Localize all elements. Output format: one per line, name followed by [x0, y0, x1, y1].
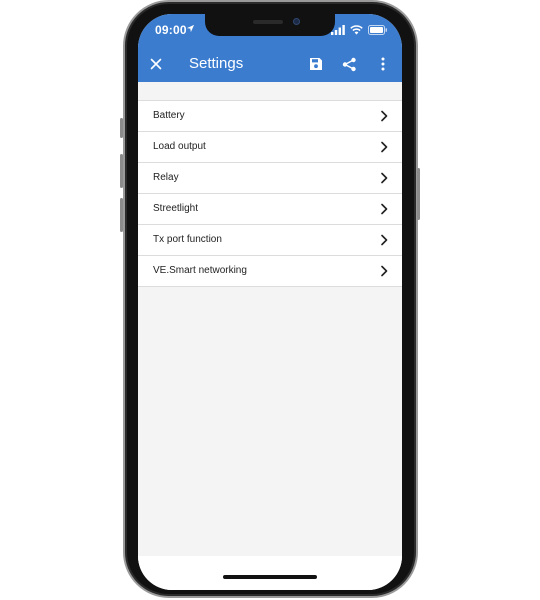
- battery-icon: [368, 25, 387, 35]
- stage: 09:00 Settings Battery Load output Relay…: [0, 0, 540, 600]
- settings-item-streetlight[interactable]: Streetlight: [138, 194, 402, 225]
- share-icon: [342, 57, 356, 71]
- front-camera: [293, 18, 300, 25]
- settings-item-label: Streetlight: [153, 203, 199, 214]
- settings-item-load-output[interactable]: Load output: [138, 132, 402, 163]
- home-indicator[interactable]: [223, 575, 317, 579]
- settings-item-battery[interactable]: Battery: [138, 101, 402, 132]
- settings-item-ve-smart-networking[interactable]: VE.Smart networking: [138, 256, 402, 287]
- chevron-right-icon: [381, 172, 388, 184]
- save-button[interactable]: [305, 53, 327, 75]
- close-icon: [150, 58, 162, 70]
- settings-item-label: Load output: [153, 141, 206, 152]
- app-bar: 09:00 Settings: [138, 14, 402, 82]
- volume-up-button: [120, 154, 123, 188]
- phone-screen: 09:00 Settings Battery Load output Relay…: [138, 14, 402, 590]
- wifi-icon: [350, 25, 363, 35]
- settings-item-label: Battery: [153, 110, 185, 121]
- speaker-grille: [253, 20, 283, 24]
- settings-item-relay[interactable]: Relay: [138, 163, 402, 194]
- location-icon: [186, 24, 195, 33]
- status-icons: [331, 24, 388, 36]
- chevron-right-icon: [381, 141, 388, 153]
- settings-item-label: Relay: [153, 172, 179, 183]
- bottom-safe-area: [138, 556, 402, 590]
- save-icon: [310, 58, 322, 70]
- more-options-button[interactable]: [372, 53, 394, 75]
- status-time: 09:00: [155, 23, 187, 37]
- notch: [205, 14, 335, 36]
- settings-content: Battery Load output Relay Streetlight Tx…: [138, 82, 402, 556]
- signal-icon: [331, 25, 345, 35]
- close-button[interactable]: [145, 53, 167, 75]
- chevron-right-icon: [381, 110, 388, 122]
- volume-down-button: [120, 198, 123, 232]
- chevron-right-icon: [381, 265, 388, 277]
- settings-item-tx-port-function[interactable]: Tx port function: [138, 225, 402, 256]
- settings-list: Battery Load output Relay Streetlight Tx…: [138, 100, 402, 287]
- chevron-right-icon: [381, 234, 388, 246]
- settings-item-label: VE.Smart networking: [153, 265, 247, 276]
- more-vert-icon: [381, 57, 385, 71]
- page-title: Settings: [189, 55, 244, 72]
- settings-item-label: Tx port function: [153, 234, 222, 245]
- chevron-right-icon: [381, 203, 388, 215]
- silent-switch: [120, 118, 123, 138]
- share-button[interactable]: [338, 53, 360, 75]
- power-button: [417, 168, 420, 220]
